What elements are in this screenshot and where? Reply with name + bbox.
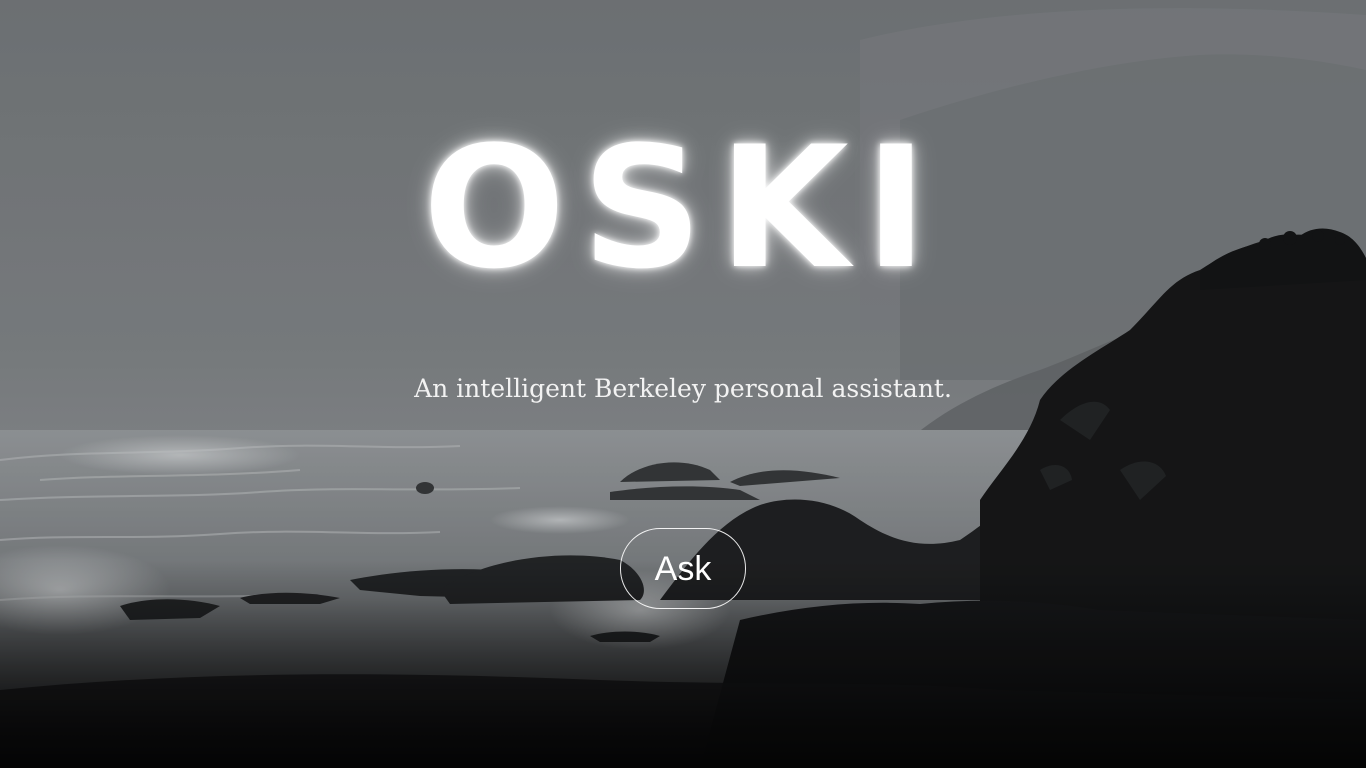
site-title: OSKI bbox=[422, 110, 944, 306]
landing-page: OSKI An intelligent Berkeley personal as… bbox=[0, 0, 1366, 768]
tagline: An intelligent Berkeley personal assista… bbox=[414, 374, 952, 403]
ask-button[interactable]: Ask bbox=[620, 528, 746, 609]
